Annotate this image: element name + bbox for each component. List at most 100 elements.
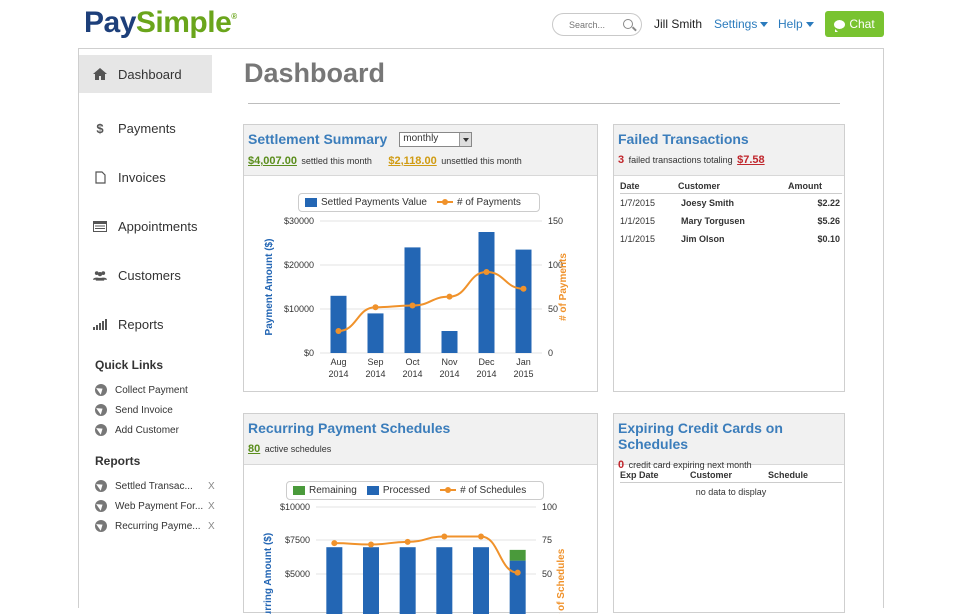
bar-processed xyxy=(399,547,416,614)
x-tick-label: 2014 xyxy=(476,369,496,379)
y-axis-label: Recurring Amount ($) xyxy=(263,533,274,614)
line-series xyxy=(334,535,518,574)
search-box[interactable] xyxy=(552,13,642,36)
chat-button[interactable]: Chat xyxy=(825,11,884,37)
x-tick-label: Aug xyxy=(330,357,346,367)
expiring-cards-panel: Expiring Credit Cards on Schedules 0 cre… xyxy=(613,413,845,613)
dropdown-arrow-icon xyxy=(459,132,472,146)
x-tick-label: 2015 xyxy=(513,369,533,379)
bar-chart-icon xyxy=(93,318,107,332)
cursor-icon xyxy=(95,480,107,492)
x-tick-label: Jan xyxy=(516,357,531,367)
recurring-chart: $5000 50 $7500 75 $10000 100 Recurring Amount … xyxy=(263,502,567,614)
settings-menu[interactable]: Settings xyxy=(714,17,769,31)
top-bar: PaySimple® Jill Smith Settings Help Chat xyxy=(0,0,960,48)
cursor-icon xyxy=(95,384,107,396)
saved-report-item[interactable]: Settled Transac... X xyxy=(79,476,215,496)
bar xyxy=(404,247,421,353)
recurring-schedules-panel: Recurring Payment Schedules 80 active sc… xyxy=(243,413,598,614)
line-point xyxy=(372,304,379,311)
sidebar-item-payments[interactable]: $ Payments xyxy=(79,104,212,153)
expiring-cards-title[interactable]: Expiring Credit Cards on Schedules xyxy=(618,420,844,452)
sidebar: Dashboard $ Payments Invoices Appointmen… xyxy=(79,55,215,536)
period-select[interactable]: monthly xyxy=(399,131,473,147)
table-row[interactable]: 1/7/2015 Joesy Smith $2.22 xyxy=(620,194,842,213)
cursor-icon xyxy=(95,520,107,532)
cursor-icon xyxy=(95,424,107,436)
bar xyxy=(441,331,458,353)
search-input[interactable] xyxy=(569,14,629,35)
dollar-icon: $ xyxy=(96,121,104,136)
line-point xyxy=(520,285,527,292)
quick-link-collect-payment[interactable]: Collect Payment xyxy=(79,380,212,400)
sidebar-item-dashboard[interactable]: Dashboard xyxy=(79,55,212,93)
remove-report-button[interactable]: X xyxy=(208,481,215,492)
line-point xyxy=(446,293,453,300)
help-menu[interactable]: Help xyxy=(778,17,814,31)
chat-bubble-icon xyxy=(834,19,846,32)
quick-link-send-invoice[interactable]: Send Invoice xyxy=(79,400,212,420)
y2-tick-label: 100 xyxy=(542,502,557,512)
x-tick-label: 2014 xyxy=(365,369,385,379)
saved-report-item[interactable]: Web Payment For... X xyxy=(79,496,215,516)
line-point xyxy=(404,538,411,545)
failed-total[interactable]: $7.58 xyxy=(737,154,765,166)
failed-count: 3 xyxy=(618,154,625,166)
quick-links-heading: Quick Links xyxy=(95,358,164,372)
line-point xyxy=(409,302,416,309)
x-tick-label: Nov xyxy=(441,357,458,367)
user-name[interactable]: Jill Smith xyxy=(654,17,702,31)
paysimple-logo[interactable]: PaySimple® xyxy=(84,6,237,40)
y-tick-label: $7500 xyxy=(285,535,310,545)
y2-tick-label: 0 xyxy=(548,348,553,358)
y2-tick-label: 150 xyxy=(548,216,563,226)
x-tick-label: Sep xyxy=(367,357,383,367)
remove-report-button[interactable]: X xyxy=(208,501,215,512)
cursor-icon xyxy=(95,500,107,512)
bar-processed xyxy=(473,547,489,614)
sidebar-item-reports[interactable]: Reports xyxy=(79,300,212,349)
reports-heading: Reports xyxy=(95,454,141,468)
quick-link-add-customer[interactable]: Add Customer xyxy=(79,420,212,440)
saved-report-item[interactable]: Recurring Payme... X xyxy=(79,516,215,536)
x-tick-label: 2014 xyxy=(402,369,422,379)
line-point xyxy=(368,541,374,548)
settlement-summary-title[interactable]: Settlement Summary xyxy=(248,131,387,147)
y-tick-label: $10000 xyxy=(284,304,314,314)
y-tick-label: $5000 xyxy=(285,569,310,579)
y2-tick-label: 75 xyxy=(542,535,552,545)
table-row[interactable]: 1/1/2015 Jim Olson $0.10 xyxy=(620,230,842,248)
line-point xyxy=(441,533,448,540)
line-point xyxy=(478,533,484,540)
failed-transactions-title[interactable]: Failed Transactions xyxy=(618,131,844,147)
y2-axis-label: # of Schedules xyxy=(556,548,567,614)
settlement-chart: $0 0$10000 50$20000 100$30000 150Aug2014Sep2… xyxy=(264,216,569,379)
bar-processed xyxy=(509,560,526,614)
y2-axis-label: # of Payments xyxy=(558,253,569,321)
y2-tick-label: 50 xyxy=(548,304,558,314)
empty-message: no data to display xyxy=(695,487,767,497)
chevron-down-icon xyxy=(760,22,769,28)
home-icon xyxy=(93,67,107,81)
bar xyxy=(367,313,384,353)
sidebar-item-appointments[interactable]: Appointments xyxy=(79,202,212,251)
page-title: Dashboard xyxy=(244,58,386,88)
x-tick-label: 2014 xyxy=(439,369,459,379)
document-icon xyxy=(93,171,107,185)
users-icon xyxy=(93,269,107,283)
bar-processed xyxy=(363,547,379,614)
chevron-down-icon xyxy=(805,22,814,28)
bar xyxy=(330,295,347,353)
remove-report-button[interactable]: X xyxy=(208,521,215,532)
table-row[interactable]: 1/1/2015 Mary Torgusen $5.26 xyxy=(620,212,842,230)
line-point xyxy=(483,269,490,276)
sidebar-item-invoices[interactable]: Invoices xyxy=(79,153,212,202)
search-icon[interactable] xyxy=(623,19,633,29)
bar xyxy=(478,232,495,353)
bar xyxy=(515,249,532,353)
x-tick-label: Oct xyxy=(405,357,420,367)
y-axis-label: Payment Amount ($) xyxy=(264,239,275,336)
failed-transactions-panel: Failed Transactions 3 failed transaction… xyxy=(613,124,845,392)
sidebar-item-customers[interactable]: Customers xyxy=(79,251,212,300)
expiring-cards-table: Exp Date Customer Schedule no data to di… xyxy=(620,468,842,501)
